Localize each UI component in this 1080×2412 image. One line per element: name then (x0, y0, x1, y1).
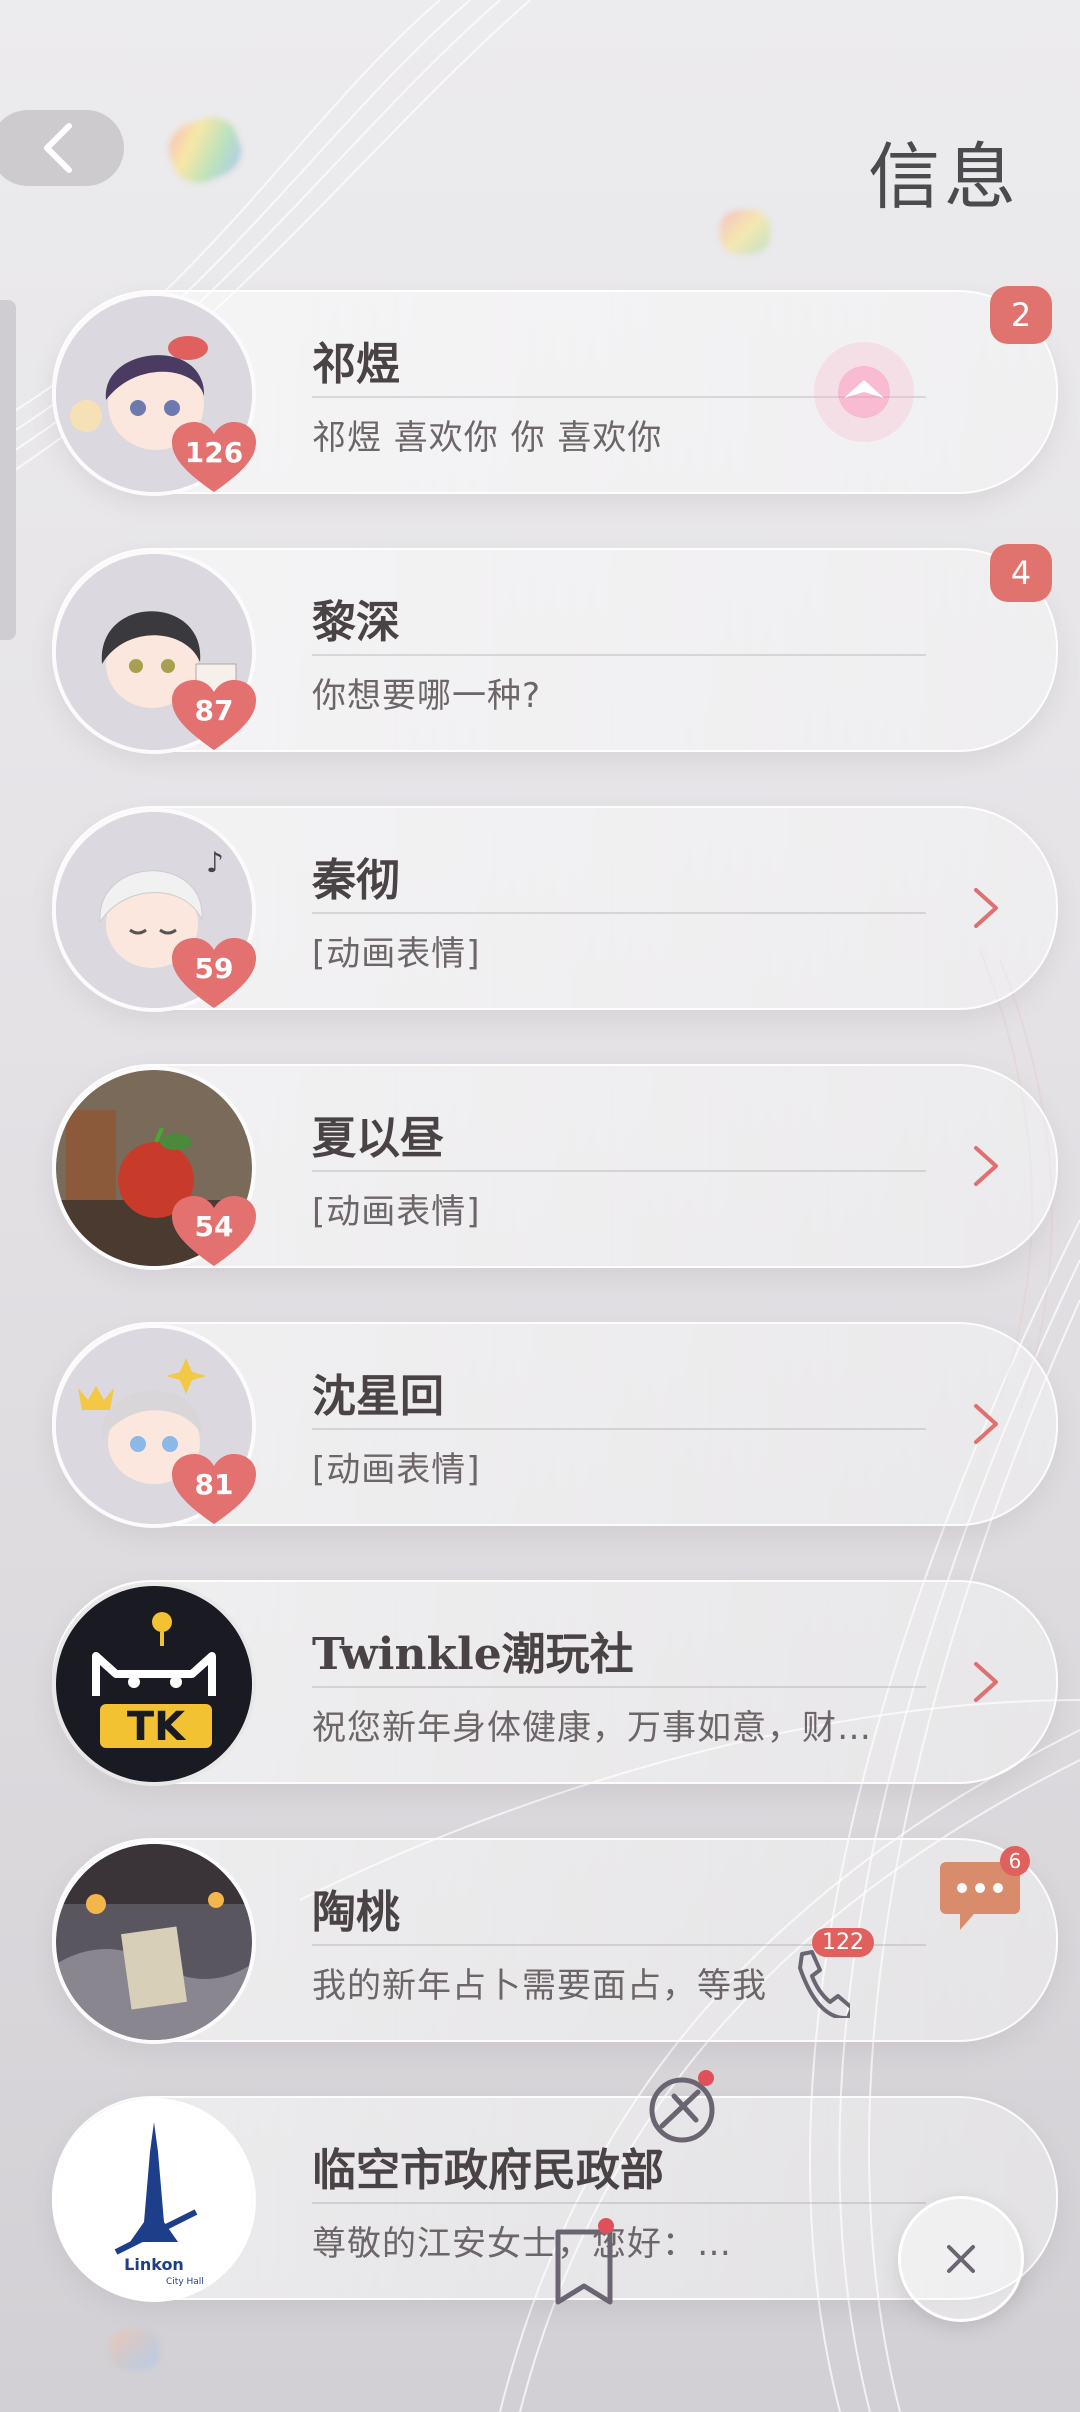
bookmark-shortcut[interactable] (552, 2218, 616, 2308)
notification-dot (698, 2070, 714, 2086)
back-arrow-icon (44, 123, 72, 173)
contact-card-qiyu[interactable]: 126 祁煜 祁煜 喜欢你 你 喜欢你 2 (52, 286, 1058, 496)
contact-card-twinkle[interactable]: TK Twinkle潮玩社 祝您新年身体健康，万事如意，财… (52, 1580, 1058, 1786)
unread-badge: 2 (990, 286, 1052, 344)
message-preview: 祝您新年身体健康，万事如意，财… (312, 1708, 872, 1748)
contact-card-lishen[interactable]: 87 黎深 你想要哪一种? 4 (52, 544, 1058, 754)
contact-card-qinche[interactable]: ♪ 59 秦彻 [动画表情] (52, 806, 1058, 1012)
unread-badge: 4 (990, 544, 1052, 602)
contact-name: 陶桃 (312, 1887, 400, 1938)
linkon-logo-text: Linkon (124, 2255, 184, 2274)
rainbow-sparkle (161, 109, 249, 191)
messages-screen: 信息 126 祁煜 祁煜 喜欢你 你 喜欢你 2 87 黎深 你想要哪一种? 4… (0, 0, 1080, 2412)
contact-name: Twinkle潮玩社 (312, 1629, 634, 1680)
notification-dot (598, 2218, 614, 2234)
affinity-level: 126 (184, 436, 244, 469)
edge-scroll-handle[interactable] (0, 300, 16, 640)
phone-badge: 122 (812, 1928, 874, 1957)
back-button[interactable] (0, 110, 124, 186)
message-preview: [动画表情] (312, 934, 481, 974)
chevron-right-icon (974, 1404, 998, 1444)
divider (312, 2202, 926, 2204)
bookmark-icon (555, 2229, 613, 2305)
tk-logo-text: TK (127, 1704, 187, 1750)
message-preview: [动画表情] (312, 1192, 481, 1232)
chat-badge: 6 (1000, 1846, 1030, 1876)
phone-icon (798, 1950, 854, 2021)
avatar: TK (52, 1582, 256, 1786)
contact-card-shenxinghui[interactable]: 81 沈星回 [动画表情] (52, 1322, 1058, 1528)
location-shortcut[interactable] (646, 2070, 718, 2146)
city-hall-logo-text: City Hall (166, 2277, 204, 2287)
divider (312, 654, 926, 656)
contact-name: 黎深 (312, 597, 400, 648)
chevron-right-icon (974, 1146, 998, 1186)
affinity-level: 59 (194, 952, 234, 985)
contact-card-xiayizhou[interactable]: 54 夏以昼 [动画表情] (52, 1064, 1058, 1270)
divider (312, 912, 926, 914)
chat-shortcut[interactable]: 6 (938, 1846, 1030, 1934)
message-preview: 祁煜 喜欢你 你 喜欢你 (312, 418, 663, 458)
close-icon (947, 2245, 975, 2273)
affinity-level: 87 (194, 694, 234, 727)
contact-card-taotao[interactable]: 陶桃 我的新年占卜需要面占，等我 (52, 1838, 1058, 2044)
rainbow-sparkle (720, 210, 770, 254)
close-menu-button[interactable] (898, 2196, 1024, 2322)
chevron-right-icon (974, 1662, 998, 1702)
contact-name: 临空市政府民政部 (312, 2145, 664, 2196)
affinity-level: 54 (194, 1210, 234, 1243)
avatar-photo (56, 1844, 252, 2040)
message-preview: 尊敬的江安女士，您好：… (312, 2224, 732, 2264)
svg-text:♪: ♪ (206, 846, 224, 879)
divider (312, 1170, 926, 1172)
page-title: 信息 (867, 135, 1020, 219)
message-preview: 你想要哪一种? (312, 676, 542, 716)
message-preview: [动画表情] (312, 1450, 481, 1490)
message-preview: 我的新年占卜需要面占，等我 (312, 1966, 767, 2006)
contact-name: 夏以昼 (312, 1113, 444, 1164)
linkon-city-hall-logo: Linkon City Hall (56, 2102, 252, 2298)
dove-glow-icon (814, 342, 914, 442)
avatar (52, 1840, 256, 2044)
divider (312, 1686, 926, 1688)
chevron-right-icon (974, 888, 998, 928)
rainbow-sparkle (110, 2330, 160, 2370)
avatar: Linkon City Hall (52, 2098, 256, 2302)
tk-logo: TK (56, 1586, 252, 1782)
contact-name: 沈星回 (312, 1371, 444, 1422)
affinity-level: 81 (194, 1468, 234, 1501)
phone-shortcut[interactable]: 122 (790, 1928, 874, 2021)
divider (312, 1428, 926, 1430)
contact-name: 秦彻 (312, 855, 400, 906)
contact-name: 祁煜 (312, 339, 400, 390)
